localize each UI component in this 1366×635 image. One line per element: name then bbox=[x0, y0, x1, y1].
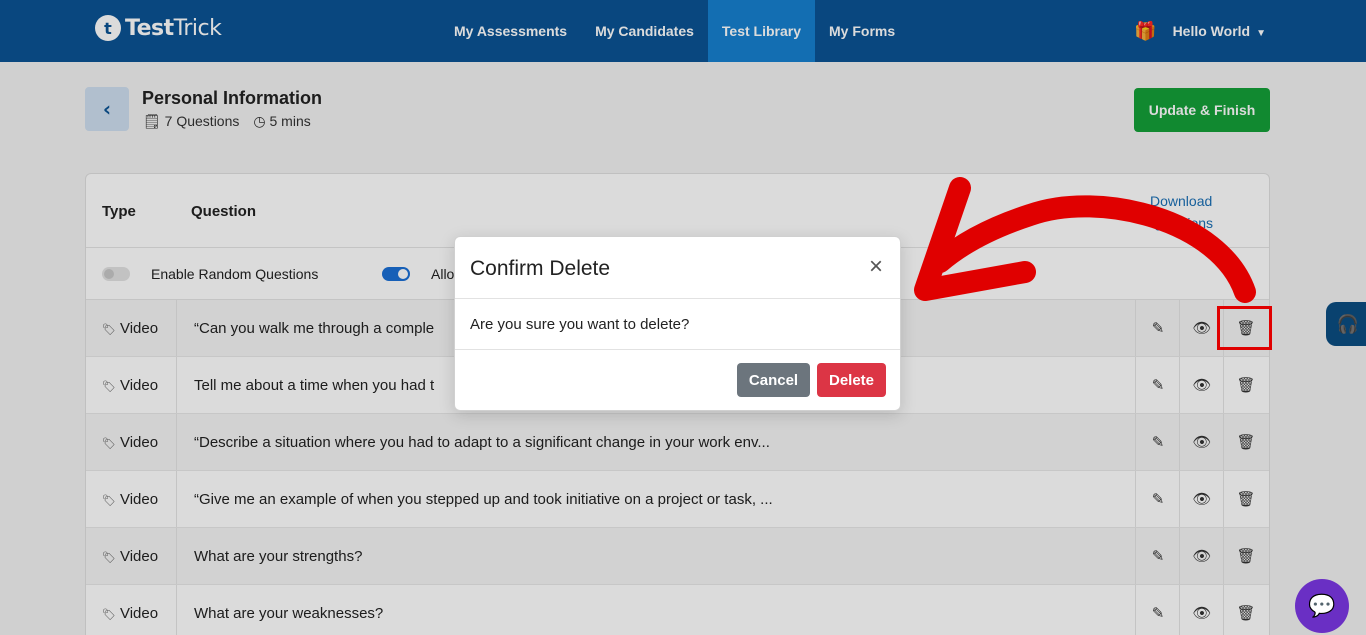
highlight-box bbox=[1217, 306, 1272, 350]
annotation-arrow bbox=[914, 177, 1256, 303]
chat-icon[interactable]: 💬 bbox=[1295, 579, 1349, 633]
